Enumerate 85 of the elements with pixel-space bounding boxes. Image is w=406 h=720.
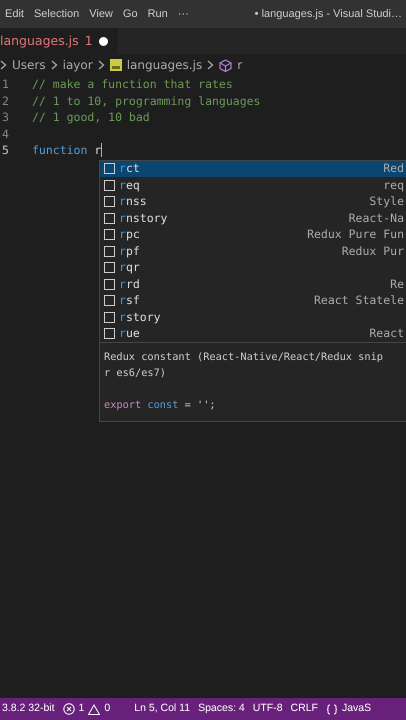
suggestion-item[interactable]: rsf React Statele [100,292,406,309]
braces-icon [326,704,338,714]
suggestion-item[interactable]: rnss Style [100,194,406,210]
cube-icon [219,58,232,72]
suggestion-label: rue [119,325,140,342]
line-number: 3 [1,109,10,126]
suggestion-detail: Redux Pur [342,242,404,260]
menu-item[interactable]: View [84,6,118,22]
suggestion-detail: React [369,325,404,342]
suggestion-item[interactable]: rpc Redux Pure Fun [100,226,406,243]
breadcrumb-item[interactable]: iayor [62,56,93,74]
suggestion-item[interactable]: rrd Re [100,276,406,292]
snippet-icon [104,163,115,174]
snippet-icon [104,278,115,290]
chevron-icon [0,60,7,70]
snippet-icon [104,212,115,224]
suggestion-label: rct [119,160,140,178]
code-comment: // make a function that rates [32,76,233,92]
code-comment: // 1 good, 10 bad [32,109,150,126]
problems-status[interactable]: 1 0 [62,701,110,717]
snippet-icon [104,246,115,257]
suggestion-item[interactable]: rnstory React-Na [100,210,406,226]
chevron-icon [98,60,105,70]
suggestion-detail: Style [369,193,404,210]
suggestion-item[interactable]: rqr [100,260,406,276]
line-number: 4 [1,126,10,142]
suggestion-detail: React Statele [314,292,404,310]
suggestion-label: rnss [119,193,147,210]
tab-label: languages.js [0,32,79,50]
suggestion-detail: Redux Pure Fun [307,226,404,244]
editor-tab[interactable]: languages.js 1 [0,28,118,54]
chevron-icon [50,60,58,70]
suggestion-label: rstory [119,308,161,326]
status-item[interactable]: Ln 5, Col 11 [134,701,190,717]
window-title: • languages.js - Visual Studi… [254,6,403,22]
suggestion-detail: React-Na [348,210,404,227]
snippet-code: export const = ''; [104,398,217,413]
code-line: function r [32,142,102,158]
suggestion-label: rpf [119,242,140,260]
snippet-icon [104,196,115,208]
snippet-icon [104,262,115,274]
problem-count: 1 [84,32,93,50]
interpreter-status[interactable]: 3.8.2 32-bit [2,701,55,717]
warning-icon [88,704,100,714]
javascript-file-icon [110,59,122,71]
suggestion-label: rrd [119,276,140,293]
code-comment: // 1 to 10, programming languages [32,92,260,109]
suggestion-label: rnstory [119,210,168,227]
snippet-icon [104,180,115,191]
menu-item[interactable]: Selection [28,6,84,22]
suggestion-item[interactable]: rstory [100,309,406,326]
error-count: 1 [78,701,84,716]
line-number: 5 [1,142,10,158]
suggestion-label: rsf [119,292,140,310]
menu-item[interactable]: Edit [0,6,29,22]
snippet-icon [104,295,115,306]
suggestion-label: rpc [119,226,140,244]
snippet-description: Redux constant (React-Native/React/Redux snip r es6/es7) [104,350,384,381]
status-item[interactable]: CRLF [290,701,318,717]
menu-item[interactable]: ··· [172,6,194,22]
suggestion-item[interactable]: rct Red [100,160,406,177]
line-number: 1 [1,76,10,92]
menu-item[interactable]: Run [142,6,173,22]
suggestion-detail: Red [383,160,404,178]
breadcrumb-item[interactable]: r [237,56,242,74]
suggestion-item[interactable]: rue React [100,326,406,342]
suggestion-label: rqr [119,259,140,276]
breadcrumb-item[interactable]: Users [12,56,46,74]
line-number: 2 [1,92,10,109]
suggestion-item[interactable]: req req [100,177,406,194]
menu-item[interactable]: Go [118,6,143,22]
breadcrumb-item[interactable]: languages.js [126,56,202,74]
warning-count: 0 [104,701,110,716]
status-item[interactable]: Spaces: 4 [198,701,245,717]
snippet-icon [104,229,115,240]
snippet-icon [104,328,115,340]
suggestion-item[interactable]: rpf Redux Pur [100,243,406,260]
error-icon [62,703,75,715]
suggestion-detail: Re [390,276,404,293]
status-item[interactable]: UTF-8 [252,701,283,717]
chevron-icon [207,60,214,70]
language-status[interactable]: JavaS [326,701,372,717]
snippet-icon [104,312,115,323]
suggestion-detail: req [383,176,404,194]
suggestion-label: req [119,176,140,194]
